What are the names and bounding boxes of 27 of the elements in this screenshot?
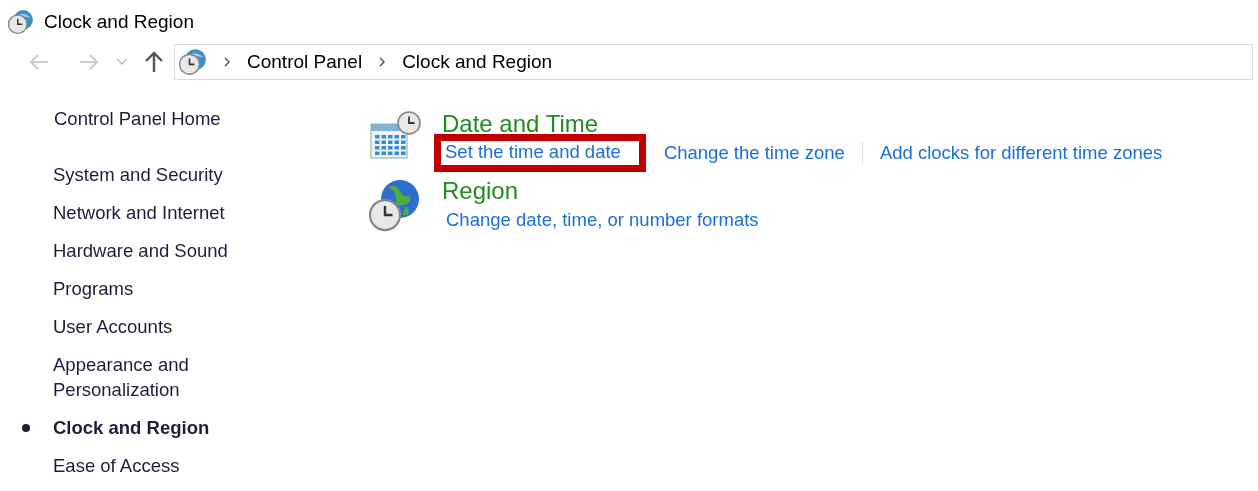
task-link[interactable]: Change the time zone bbox=[659, 142, 849, 164]
back-arrow-icon bbox=[28, 53, 50, 71]
up-arrow-icon bbox=[144, 51, 164, 73]
task-link[interactable]: Change date, time, or number formats bbox=[442, 209, 763, 231]
task-link[interactable]: Add clocks for different time zones bbox=[875, 142, 1167, 164]
sidebar-link[interactable]: User Accounts bbox=[53, 314, 243, 339]
calendar-clock-icon bbox=[368, 110, 424, 162]
sidebar-link[interactable]: Clock and Region bbox=[53, 415, 243, 440]
task-link[interactable]: Set the time and date bbox=[434, 134, 646, 172]
control-panel-clock-icon bbox=[179, 48, 207, 76]
control-panel-clock-icon bbox=[8, 8, 34, 35]
forward-arrow-icon bbox=[78, 53, 100, 71]
sidebar-link[interactable]: Network and Internet bbox=[53, 200, 243, 225]
sidebar-link[interactable]: Hardware and Sound bbox=[53, 238, 243, 263]
chevron-right-icon[interactable] bbox=[223, 57, 231, 67]
window-title: Clock and Region bbox=[44, 10, 194, 33]
sidebar-link[interactable]: Ease of Access bbox=[53, 453, 243, 478]
breadcrumb-item[interactable]: Clock and Region bbox=[402, 47, 553, 77]
control-panel-home-link[interactable]: Control Panel Home bbox=[54, 106, 244, 131]
chevron-down-icon bbox=[116, 58, 128, 66]
sidebar-link[interactable]: Programs bbox=[53, 276, 243, 301]
address-bar[interactable]: Control Panel Clock and Region bbox=[174, 44, 1253, 80]
chevron-right-icon[interactable] bbox=[378, 57, 387, 67]
breadcrumb-item[interactable]: Control Panel bbox=[247, 47, 363, 77]
sidebar-link[interactable]: Appearance and Personalization bbox=[53, 352, 243, 402]
sidebar-link[interactable]: System and Security bbox=[53, 162, 243, 187]
category-title-link[interactable]: Region bbox=[442, 177, 763, 205]
